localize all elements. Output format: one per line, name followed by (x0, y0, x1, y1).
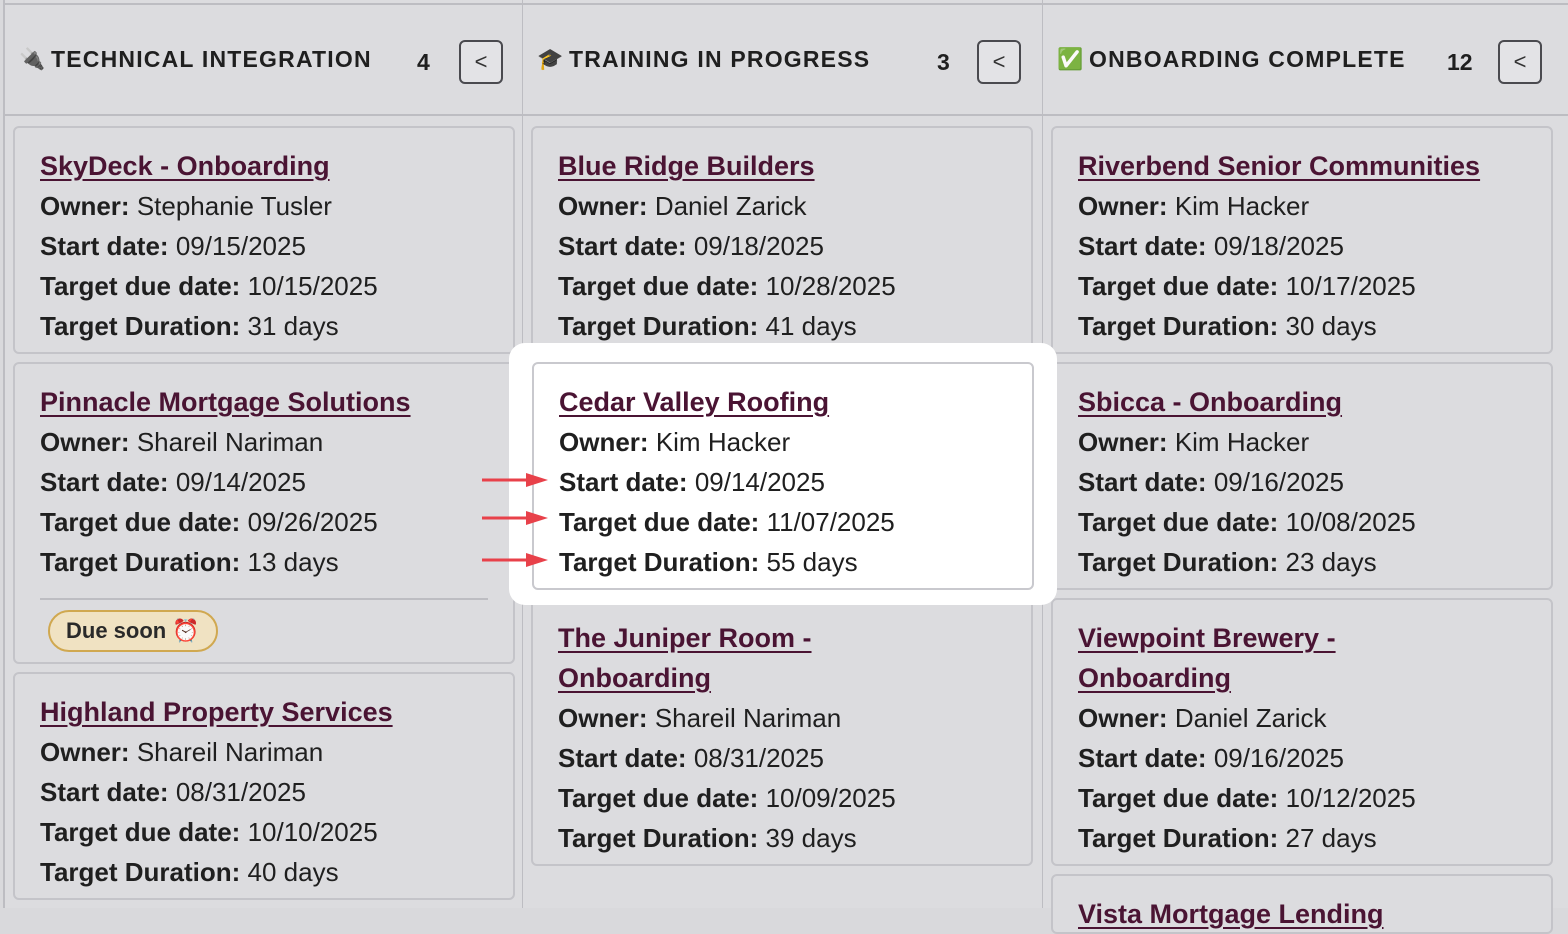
column-technical-integration: 🔌 TECHNICAL INTEGRATION 4 < SkyDeck - On… (3, 0, 524, 908)
due-date-field: Target due date: 10/15/2025 (40, 271, 378, 301)
graduation-cap-icon: 🎓 (537, 47, 565, 71)
column-title: 🔌 TECHNICAL INTEGRATION (19, 46, 372, 73)
column-header: 🔌 TECHNICAL INTEGRATION 4 < (5, 3, 522, 116)
collapse-column-button[interactable]: < (459, 40, 503, 84)
arrow-right-icon (482, 553, 548, 567)
duration-field: Target Duration: 40 days (40, 857, 339, 887)
column-onboarding-complete: ✅ ONBOARDING COMPLETE 12 < Riverbend Sen… (1043, 0, 1568, 934)
column-title-text: TECHNICAL INTEGRATION (51, 46, 372, 72)
arrow-right-icon (482, 511, 548, 525)
duration-field: Target Duration: 27 days (1078, 823, 1377, 853)
card[interactable]: Pinnacle Mortgage Solutions Owner: Share… (13, 362, 515, 664)
card[interactable]: SkyDeck - Onboarding Owner: Stephanie Tu… (13, 126, 515, 354)
start-date-field: Start date: 09/15/2025 (40, 231, 306, 261)
duration-field: Target Duration: 41 days (558, 311, 857, 341)
duration-field: Target Duration: 30 days (1078, 311, 1377, 341)
start-date-field: Start date: 09/14/2025 (559, 467, 825, 497)
column-title: ✅ ONBOARDING COMPLETE (1057, 46, 1406, 73)
card-title-link[interactable]: The Juniper Room - Onboarding (558, 618, 1031, 698)
owner-field: Owner: Shareil Nariman (40, 427, 324, 457)
due-date-field: Target due date: 10/10/2025 (40, 817, 378, 847)
card[interactable]: Vista Mortgage Lending (1051, 874, 1553, 934)
card[interactable]: Highland Property Services Owner: Sharei… (13, 672, 515, 900)
due-date-field: Target due date: 09/26/2025 (40, 507, 378, 537)
owner-field: Owner: Shareil Nariman (558, 703, 842, 733)
card-title-link[interactable]: SkyDeck - Onboarding (40, 146, 513, 186)
chevron-left-icon: < (474, 49, 488, 74)
owner-field: Owner: Daniel Zarick (1078, 703, 1327, 733)
card[interactable]: Riverbend Senior Communities Owner: Kim … (1051, 126, 1553, 354)
owner-field: Owner: Stephanie Tusler (40, 191, 332, 221)
start-date-field: Start date: 09/18/2025 (1078, 231, 1344, 261)
start-date-field: Start date: 09/16/2025 (1078, 743, 1344, 773)
chevron-left-icon: < (1513, 49, 1527, 74)
check-mark-icon: ✅ (1057, 47, 1085, 71)
due-date-field: Target due date: 10/12/2025 (1078, 783, 1416, 813)
card-title-link[interactable]: Blue Ridge Builders (558, 146, 1031, 186)
owner-field: Owner: Daniel Zarick (558, 191, 807, 221)
duration-field: Target Duration: 23 days (1078, 547, 1377, 577)
card-title-link[interactable]: Cedar Valley Roofing (559, 382, 1032, 422)
column-title: 🎓 TRAINING IN PROGRESS (537, 46, 870, 73)
owner-field: Owner: Kim Hacker (559, 427, 791, 457)
divider (40, 598, 488, 600)
due-date-field: Target due date: 11/07/2025 (559, 507, 895, 537)
card-title-link[interactable]: Vista Mortgage Lending (1078, 894, 1551, 932)
column-header: ✅ ONBOARDING COMPLETE 12 < (1043, 3, 1568, 116)
column-count: 4 (417, 49, 430, 75)
plug-icon: 🔌 (19, 47, 47, 71)
duration-field: Target Duration: 31 days (40, 311, 339, 341)
duration-field: Target Duration: 13 days (40, 547, 339, 577)
duration-field: Target Duration: 39 days (558, 823, 857, 853)
arrow-right-icon (482, 473, 548, 487)
card[interactable]: The Juniper Room - Onboarding Owner: Shar… (531, 598, 1033, 866)
column-title-text: ONBOARDING COMPLETE (1089, 46, 1406, 72)
due-soon-badge: Due soon ⏰ (48, 610, 218, 652)
due-date-field: Target due date: 10/08/2025 (1078, 507, 1416, 537)
owner-field: Owner: Kim Hacker (1078, 191, 1310, 221)
due-date-field: Target due date: 10/28/2025 (558, 271, 896, 301)
column-count: 12 (1447, 49, 1473, 75)
kanban-board: 🔌 TECHNICAL INTEGRATION 4 < SkyDeck - On… (0, 0, 1568, 934)
collapse-column-button[interactable]: < (1498, 40, 1542, 84)
owner-field: Owner: Kim Hacker (1078, 427, 1310, 457)
card[interactable]: Viewpoint Brewery - Onboarding Owner: Dan… (1051, 598, 1553, 866)
card-title-link[interactable]: Sbicca - Onboarding (1078, 382, 1551, 422)
start-date-field: Start date: 08/31/2025 (40, 777, 306, 807)
owner-field: Owner: Shareil Nariman (40, 737, 324, 767)
start-date-field: Start date: 09/16/2025 (1078, 467, 1344, 497)
duration-field: Target Duration: 55 days (559, 547, 858, 577)
column-title-text: TRAINING IN PROGRESS (569, 46, 871, 72)
due-date-field: Target due date: 10/09/2025 (558, 783, 896, 813)
card-title-link[interactable]: Pinnacle Mortgage Solutions (40, 382, 513, 422)
card[interactable]: Sbicca - Onboarding Owner: Kim Hacker St… (1051, 362, 1553, 590)
column-count: 3 (937, 49, 950, 75)
chevron-left-icon: < (992, 49, 1006, 74)
column-header: 🎓 TRAINING IN PROGRESS 3 < (523, 3, 1042, 116)
start-date-field: Start date: 09/18/2025 (558, 231, 824, 261)
card-title-link[interactable]: Viewpoint Brewery - Onboarding (1078, 618, 1551, 698)
start-date-field: Start date: 08/31/2025 (558, 743, 824, 773)
card-highlighted[interactable]: Cedar Valley Roofing Owner: Kim Hacker S… (532, 362, 1034, 590)
start-date-field: Start date: 09/14/2025 (40, 467, 306, 497)
collapse-column-button[interactable]: < (977, 40, 1021, 84)
card[interactable]: Blue Ridge Builders Owner: Daniel Zarick… (531, 126, 1033, 354)
due-date-field: Target due date: 10/17/2025 (1078, 271, 1416, 301)
card-title-link[interactable]: Riverbend Senior Communities (1078, 146, 1551, 186)
card-title-link[interactable]: Highland Property Services (40, 692, 513, 732)
